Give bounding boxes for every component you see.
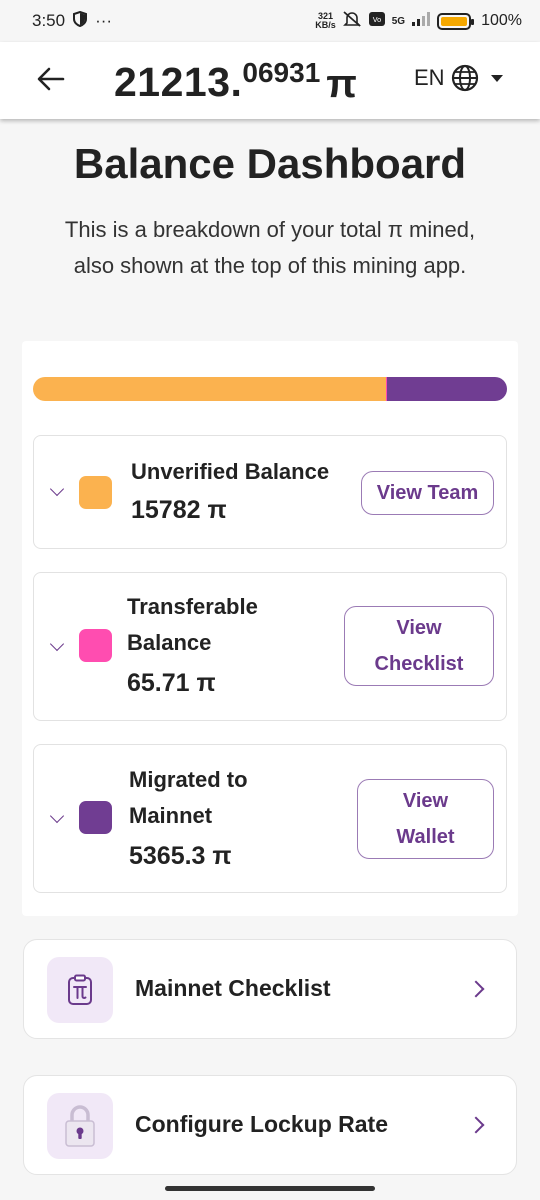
globe-icon — [451, 64, 478, 92]
view-checklist-button[interactable]: View Checklist — [344, 606, 494, 686]
battery-percent: 100% — [481, 12, 522, 29]
transferable-label-line1: Transferable — [127, 594, 258, 619]
language-selector[interactable]: EN — [414, 64, 503, 92]
configure-lockup-link[interactable]: Configure Lockup Rate — [23, 1075, 517, 1175]
view-wallet-line2: Wallet — [396, 826, 455, 848]
unverified-label: Unverified Balance — [131, 459, 330, 484]
transferable-value: 65.71 π — [127, 669, 216, 697]
app-header: 21213. 06931 π EN — [0, 42, 540, 119]
language-label: EN — [414, 65, 445, 90]
transferable-label-line2: Balance — [127, 630, 212, 655]
signal-icon — [411, 11, 431, 32]
chevron-down-icon — [49, 808, 65, 824]
chevron-down-icon — [49, 636, 65, 652]
balance-row-transferable[interactable]: Transferable Balance 65.71 π View Checkl… — [33, 572, 507, 721]
mainnet-checklist-link[interactable]: Mainnet Checklist — [23, 939, 517, 1039]
balance-integer: 21213. — [114, 59, 243, 105]
migrated-label-line2: Mainnet — [129, 803, 213, 828]
balance-bar — [33, 377, 507, 401]
net-speed: 321 KB/s — [315, 12, 336, 30]
balance-row-unverified[interactable]: Unverified Balance 15782 π View Team — [33, 435, 507, 549]
balance-row-migrated[interactable]: Migrated to Mainnet 5365.3 π View Wallet — [33, 744, 507, 893]
chevron-right-icon — [467, 980, 485, 998]
header-balance: 21213. 06931 π — [114, 56, 357, 112]
net-speed-unit: KB/s — [315, 20, 336, 30]
bar-segment-migrated — [387, 377, 507, 401]
balance-breakdown-card: Unverified Balance 15782 π View Team Tra… — [22, 341, 518, 916]
view-team-button[interactable]: View Team — [361, 471, 494, 515]
mute-icon — [342, 10, 362, 33]
view-wallet-line1: View — [402, 790, 449, 812]
chevron-down-icon — [490, 74, 503, 82]
balance-decimal: 06931 — [242, 57, 321, 88]
status-time: 3:50 — [32, 11, 66, 30]
chevron-down-icon — [49, 481, 65, 497]
battery-icon — [437, 12, 475, 30]
status-bar: 3:50 ··· 321 KB/s Vo 5G 100% — [0, 0, 540, 42]
view-checklist-line1: View — [396, 617, 442, 639]
unverified-color-swatch — [79, 476, 112, 509]
network-type: 5G — [391, 15, 406, 27]
home-indicator[interactable] — [165, 1186, 375, 1191]
pi-clipboard-icon — [47, 957, 113, 1023]
pi-symbol: π — [326, 62, 357, 106]
chevron-right-icon — [467, 1116, 485, 1134]
view-checklist-line2: Checklist — [374, 653, 464, 675]
view-wallet-button[interactable]: View Wallet — [357, 779, 494, 859]
migrated-color-swatch — [79, 801, 112, 834]
shield-icon — [73, 10, 88, 32]
lock-icon — [47, 1093, 113, 1159]
migrated-value: 5365.3 π — [129, 842, 232, 870]
configure-lockup-label: Configure Lockup Rate — [135, 1111, 389, 1137]
transferable-color-swatch — [79, 629, 112, 662]
svg-text:Vo: Vo — [372, 16, 381, 24]
back-arrow-icon — [37, 67, 65, 91]
page-description: This is a breakdown of your total π mine… — [64, 217, 476, 278]
volte-icon: Vo — [368, 11, 386, 32]
back-button[interactable] — [34, 62, 68, 96]
status-more-dots: ··· — [95, 11, 113, 30]
bar-segment-unverified — [33, 377, 386, 401]
unverified-value: 15782 π — [131, 496, 227, 524]
migrated-label-line1: Migrated to — [129, 767, 248, 792]
mainnet-checklist-label: Mainnet Checklist — [135, 975, 331, 1001]
page-title: Balance Dashboard — [73, 140, 467, 187]
